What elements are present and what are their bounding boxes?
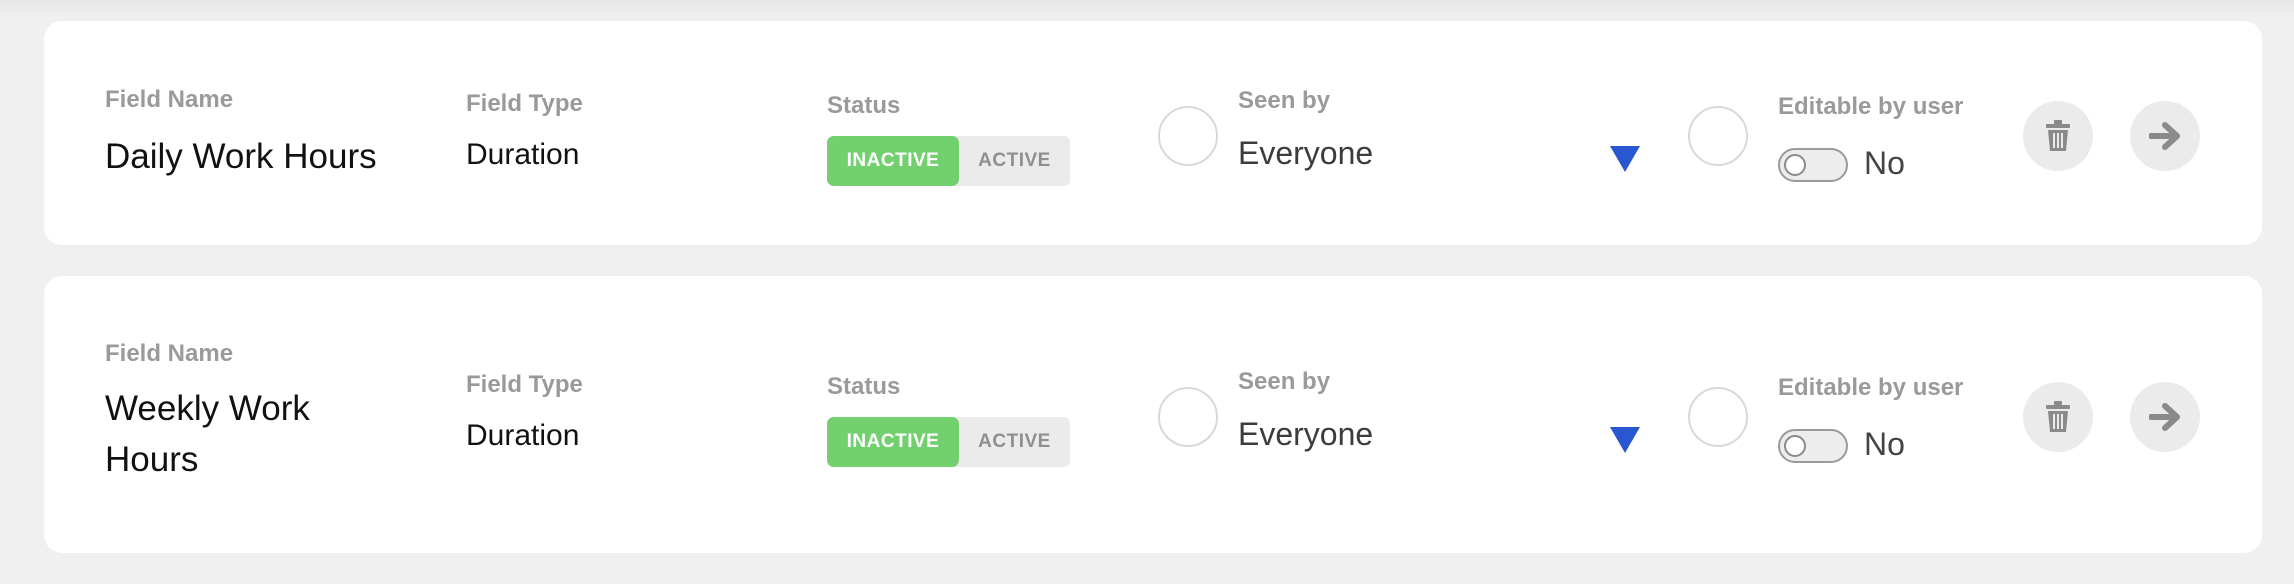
editable-switch-label: No <box>1864 426 1905 462</box>
open-field-button[interactable] <box>2130 382 2200 452</box>
editable-by-user-label: Editable by user <box>1778 93 1964 120</box>
delete-button[interactable] <box>2023 101 2093 171</box>
status-active-option[interactable]: ACTIVE <box>959 417 1070 467</box>
caret-down-icon <box>1610 427 1640 453</box>
caret-down-icon <box>1610 146 1640 172</box>
editable-radio[interactable] <box>1688 106 1748 166</box>
status-inactive-option[interactable]: INACTIVE <box>827 417 959 467</box>
arrow-right-icon <box>2149 122 2180 150</box>
status-toggle[interactable]: INACTIVE ACTIVE <box>827 136 1070 186</box>
status-active-option[interactable]: ACTIVE <box>959 136 1070 186</box>
seen-by-label: Seen by <box>1238 368 1331 395</box>
delete-button[interactable] <box>2023 382 2093 452</box>
editable-switch-label: No <box>1864 145 1905 181</box>
field-type-label: Field Type <box>466 371 583 398</box>
field-name-value: Daily Work Hours <box>105 137 377 176</box>
arrow-right-icon <box>2149 403 2180 431</box>
switch-knob <box>1784 154 1806 176</box>
editable-switch[interactable] <box>1778 429 1848 463</box>
status-inactive-option[interactable]: INACTIVE <box>827 136 959 186</box>
switch-knob <box>1784 435 1806 457</box>
field-type-label: Field Type <box>466 90 583 117</box>
trash-icon <box>2046 120 2070 151</box>
editable-radio[interactable] <box>1688 387 1748 447</box>
field-name-label: Field Name <box>105 86 234 113</box>
field-type-value: Duration <box>466 419 580 452</box>
seen-by-value: Everyone <box>1238 135 1374 171</box>
custom-fields-list: Field Name Daily Work Hours Field Type D… <box>0 0 2294 584</box>
field-row-card: Field Name Daily Work Hours Field Type D… <box>44 21 2262 245</box>
editable-switch[interactable] <box>1778 148 1848 182</box>
seen-by-dropdown[interactable]: Everyone <box>1238 412 1658 464</box>
field-row-card: Field Name Weekly Work Hours Field Type … <box>44 276 2262 553</box>
status-toggle[interactable]: INACTIVE ACTIVE <box>827 417 1070 467</box>
seen-by-dropdown[interactable]: Everyone <box>1238 131 1658 183</box>
field-type-value: Duration <box>466 138 580 171</box>
seen-by-radio[interactable] <box>1158 387 1218 447</box>
seen-by-value: Everyone <box>1238 416 1374 452</box>
field-name-value: Weekly Work Hours <box>105 389 310 479</box>
seen-by-radio[interactable] <box>1158 106 1218 166</box>
status-label: Status <box>827 373 901 400</box>
previous-card-edge <box>0 0 2294 18</box>
status-label: Status <box>827 92 901 119</box>
field-name-label: Field Name <box>105 340 234 367</box>
editable-by-user-label: Editable by user <box>1778 374 1964 401</box>
seen-by-label: Seen by <box>1238 87 1331 114</box>
open-field-button[interactable] <box>2130 101 2200 171</box>
trash-icon <box>2046 401 2070 432</box>
